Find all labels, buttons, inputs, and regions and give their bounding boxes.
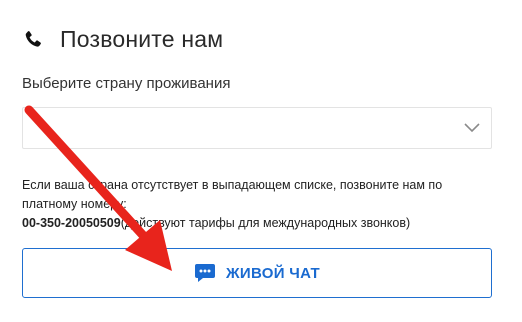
info-line-2: платному номеру: (22, 197, 127, 211)
info-text: Если ваша страна отсутствует в выпадающе… (22, 176, 502, 233)
info-line-3: 00-350-20050509(действуют тарифы для меж… (22, 214, 502, 233)
rates-note: (действуют тарифы для международных звон… (120, 216, 411, 230)
country-label: Выберите страну проживания (22, 75, 231, 92)
info-line-1: Если ваша страна отсутствует в выпадающе… (22, 178, 443, 192)
live-chat-label: ЖИВОЙ ЧАТ (226, 264, 320, 282)
country-select[interactable] (22, 107, 492, 149)
chevron-down-icon[interactable] (463, 120, 481, 134)
call-us-header: Позвоните нам (22, 26, 223, 53)
phone-number: 00-350-20050509 (22, 216, 121, 230)
page-title: Позвоните нам (60, 26, 224, 52)
chat-bubble-icon (195, 264, 216, 282)
live-chat-button[interactable]: ЖИВОЙ ЧАТ (22, 248, 492, 298)
phone-icon (25, 30, 41, 47)
